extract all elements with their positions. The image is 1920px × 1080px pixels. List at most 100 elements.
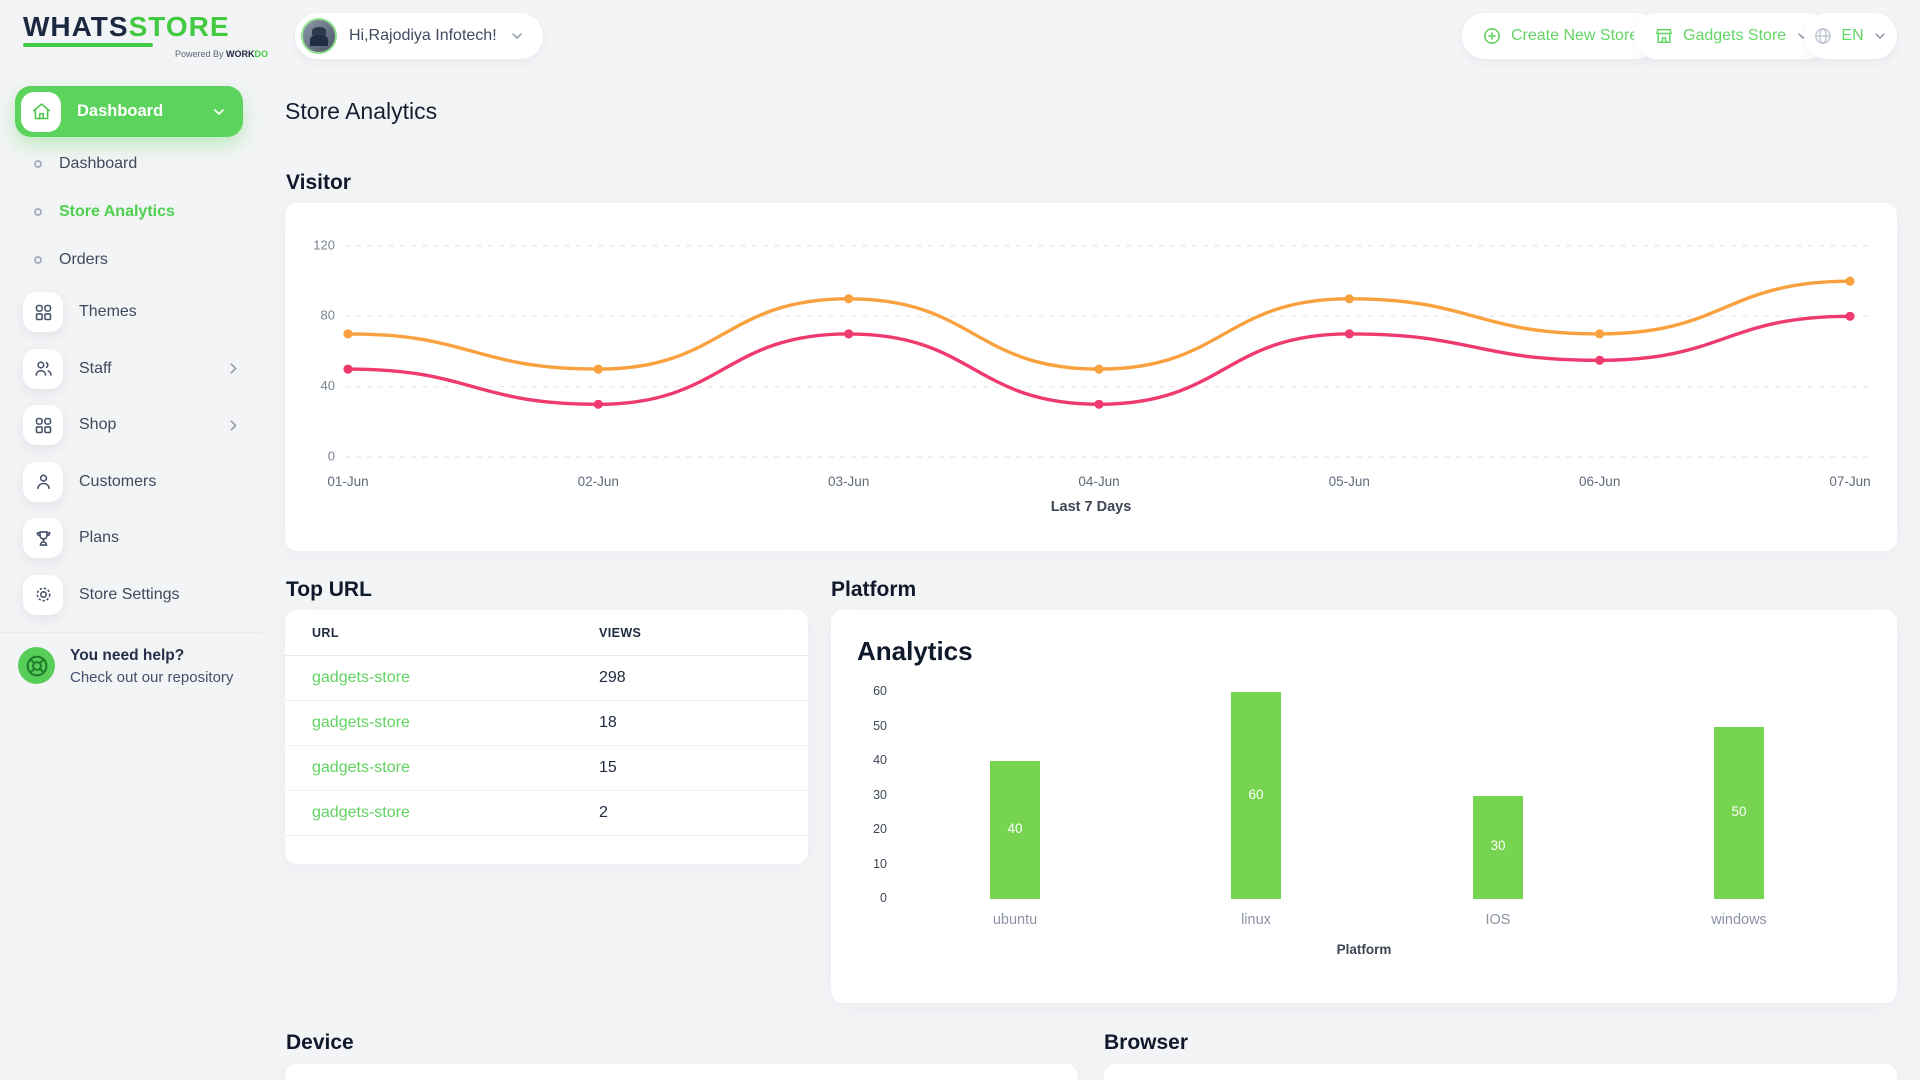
sidebar-divider (0, 632, 262, 633)
help-title: You need help? (70, 645, 233, 665)
url-link[interactable]: gadgets-store (285, 669, 599, 687)
svg-text:40: 40 (321, 378, 335, 393)
chevron-down-icon (509, 28, 525, 44)
table-row: gadgets-store18 (285, 701, 808, 746)
globe-icon (1813, 26, 1833, 46)
bar-value-label: 50 (1714, 804, 1764, 819)
store-selector-label: Gadgets Store (1683, 27, 1786, 45)
bar-value-label: 40 (990, 821, 1040, 836)
avatar (301, 18, 337, 54)
browser-section-title: Browser (1104, 1031, 1188, 1055)
sidebar-item-staff[interactable]: Staff (0, 341, 262, 398)
bar-axis-tick: 60 (839, 684, 887, 698)
help-link[interactable]: You need help? Check out our repository (18, 645, 233, 686)
visitor-section-title: Visitor (286, 171, 351, 195)
bar-category-label: ubuntu (945, 912, 1085, 928)
chevron-right-icon (225, 360, 242, 377)
create-new-store-button[interactable]: Create New Store (1462, 13, 1658, 59)
table-row: gadgets-store298 (285, 656, 808, 701)
column-header-url: URL (285, 626, 599, 640)
device-section-title: Device (286, 1031, 354, 1055)
sidebar-sub-items: Dashboard Store Analytics Orders (0, 140, 262, 284)
sidebar-item-plans[interactable]: Plans (0, 510, 262, 567)
svg-text:0: 0 (328, 448, 335, 463)
sidebar-item-label: Plans (79, 529, 242, 547)
svg-text:120: 120 (313, 237, 335, 252)
bar-category-label: windows (1669, 912, 1809, 928)
language-selector[interactable]: EN (1804, 13, 1897, 59)
bar-axis-tick: 10 (839, 857, 887, 871)
user-icon (23, 462, 63, 502)
grid-icon (23, 405, 63, 445)
column-header-views: VIEWS (599, 626, 749, 640)
sidebar-items: Themes Staff Shop Customers Plans Store Setti… (0, 284, 262, 623)
powered-by-text: Powered By WORKDO (175, 49, 268, 59)
platform-xaxis-title: Platform (857, 942, 1871, 957)
user-greeting: Hi,Rajodiya Infotech! (349, 27, 497, 45)
user-menu[interactable]: Hi,Rajodiya Infotech! (295, 13, 543, 59)
store-selector[interactable]: Gadgets Store (1634, 13, 1831, 59)
table-row: gadgets-store15 (285, 746, 808, 791)
sidebar-group-label: Dashboard (77, 102, 195, 121)
grid-icon (23, 292, 63, 332)
sidebar-item-label: Dashboard (59, 155, 137, 173)
svg-text:04-Jun: 04-Jun (1078, 474, 1119, 489)
chevron-right-icon (225, 417, 242, 434)
platform-section-title: Platform (831, 578, 916, 602)
chevron-down-icon (1872, 28, 1888, 44)
bar-axis-tick: 50 (839, 719, 887, 733)
trophy-icon (23, 518, 63, 558)
url-link[interactable]: gadgets-store (285, 714, 599, 732)
svg-text:07-Jun: 07-Jun (1829, 474, 1870, 489)
table-header: URL VIEWS (285, 610, 808, 656)
bar-axis-tick: 30 (839, 788, 887, 802)
url-link[interactable]: gadgets-store (285, 759, 599, 777)
sidebar-item-dashboard[interactable]: Dashboard (0, 140, 262, 188)
bullet-icon (34, 208, 42, 216)
visitor-chart-svg: 120 80 40 0 01-Jun 02-Jun 03-Jun 04-Jun 05-Jun 06… (285, 203, 1897, 503)
svg-text:02-Jun: 02-Jun (578, 474, 619, 489)
users-icon (23, 349, 63, 389)
sidebar-item-label: Themes (79, 303, 242, 321)
logo-text: WHATSSTORE (23, 12, 230, 42)
sidebar-item-label: Staff (79, 360, 209, 378)
sidebar-item-label: Orders (59, 251, 108, 269)
sidebar-item-label: Store Analytics (59, 203, 175, 221)
sidebar-item-orders[interactable]: Orders (0, 236, 262, 284)
sidebar-item-store-settings[interactable]: Store Settings (0, 567, 262, 624)
create-new-store-label: Create New Store (1511, 27, 1638, 45)
app-logo[interactable]: WHATSSTORE Powered By WORKDO (23, 12, 230, 47)
svg-text:03-Jun: 03-Jun (828, 474, 869, 489)
top-url-section-title: Top URL (286, 578, 372, 602)
sidebar-item-themes[interactable]: Themes (0, 284, 262, 341)
svg-text:01-Jun: 01-Jun (327, 474, 368, 489)
store-icon (1654, 26, 1674, 46)
views-value: 15 (599, 759, 749, 777)
visitor-xaxis-title: Last 7 Days (285, 499, 1897, 515)
svg-text:05-Jun: 05-Jun (1329, 474, 1370, 489)
bar-value-label: 30 (1473, 838, 1523, 853)
url-link[interactable]: gadgets-store (285, 804, 599, 822)
sidebar-group-dashboard[interactable]: Dashboard (15, 86, 243, 137)
table-row: gadgets-store2 (285, 791, 808, 836)
sidebar-item-shop[interactable]: Shop (0, 397, 262, 454)
views-value: 2 (599, 804, 749, 822)
svg-text:80: 80 (321, 308, 335, 323)
svg-text:06-Jun: 06-Jun (1579, 474, 1620, 489)
bar-category-label: IOS (1428, 912, 1568, 928)
bar-category-label: linux (1186, 912, 1326, 928)
bar-axis-tick: 40 (839, 753, 887, 767)
sidebar-item-label: Shop (79, 416, 209, 434)
life-buoy-icon (18, 647, 55, 684)
help-subtitle: Check out our repository (70, 669, 233, 686)
sidebar-item-store-analytics[interactable]: Store Analytics (0, 188, 262, 236)
views-value: 18 (599, 714, 749, 732)
gear-icon (23, 575, 63, 615)
logo-part-dark: WHATS (23, 11, 129, 42)
sidebar-item-label: Store Settings (79, 586, 242, 604)
chevron-down-icon (211, 104, 227, 120)
bullet-icon (34, 256, 42, 264)
bar-axis-tick: 20 (839, 822, 887, 836)
sidebar-item-customers[interactable]: Customers (0, 454, 262, 511)
plus-circle-icon (1482, 26, 1502, 46)
